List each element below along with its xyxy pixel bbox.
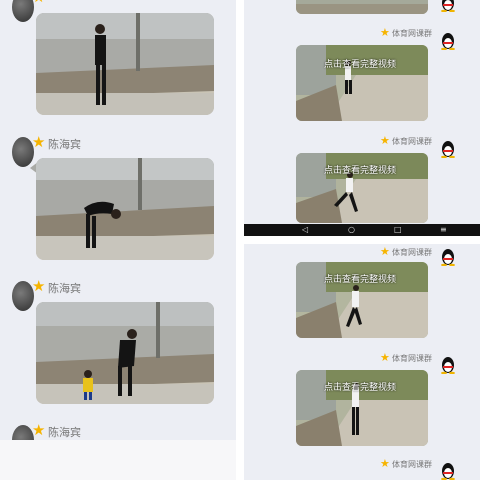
qq-penguin-icon[interactable] [440, 462, 456, 480]
qq-penguin-icon[interactable] [440, 0, 456, 13]
chat-photo-bending[interactable] [36, 158, 214, 260]
system-nav-bar: ◁ ○ □ ≡ [244, 224, 480, 236]
sender-name: 陈海宾 [48, 138, 81, 151]
star-icon: ★ [32, 133, 46, 151]
video-message[interactable]: 点击查看完整视频 [296, 262, 428, 338]
recent-apps-icon[interactable]: □ [394, 225, 402, 235]
menu-icon[interactable]: ≡ [440, 225, 447, 235]
video-message[interactable]: 点击查看完整视频 [296, 45, 428, 121]
qq-penguin-icon[interactable] [440, 140, 456, 159]
sender-name: 陈海宾 [48, 282, 81, 295]
star-icon: ★ [380, 26, 390, 39]
star-icon: ★ [32, 277, 46, 295]
avatar[interactable] [12, 281, 34, 311]
sender-name: 陈海宾 [48, 426, 81, 439]
video-message[interactable] [296, 0, 428, 14]
video-caption: 点击查看完整视频 [324, 166, 397, 176]
video-message[interactable]: 点击查看完整视频 [296, 370, 428, 446]
home-icon[interactable]: ○ [348, 225, 355, 235]
video-message[interactable]: 点击查看完整视频 [296, 153, 428, 223]
group-label: 体育网课群 [392, 29, 432, 38]
star-icon: ★ [32, 421, 46, 439]
group-label: 体育网课群 [392, 460, 432, 469]
chat-photo-standing[interactable] [36, 13, 214, 115]
qq-penguin-icon[interactable] [440, 32, 456, 51]
star-icon: ★ [380, 245, 390, 258]
video-caption: 点击查看完整视频 [324, 275, 397, 285]
chat-panel-right-bottom: ★ 体育网课群 点击查看完整视频 ★ 体育网课群 点击查看完整视频 ★ 体育网课… [244, 244, 480, 480]
video-caption: 点击查看完整视频 [324, 60, 397, 70]
chat-photo-with-child[interactable] [36, 302, 214, 404]
group-label: 体育网课群 [392, 354, 432, 363]
group-label: 体育网课群 [392, 248, 432, 257]
video-caption: 点击查看完整视频 [324, 383, 397, 393]
qq-penguin-icon[interactable] [440, 356, 456, 375]
avatar[interactable] [12, 0, 34, 22]
star-icon: ★ [380, 134, 390, 147]
star-icon: ★ [380, 351, 390, 364]
back-icon[interactable]: ◁ [302, 225, 308, 235]
chat-panel-left: ★ ★ 陈海宾 ★ 陈海宾 [0, 0, 236, 480]
group-label: 体育网课群 [392, 137, 432, 146]
qq-penguin-icon[interactable] [440, 248, 456, 267]
star-icon: ★ [32, 0, 45, 5]
image-preview-bottom [0, 440, 236, 480]
chat-panel-right-top: ★ 体育网课群 点击查看完整视频 ★ 体育网课群 点击查看完整视频 ◁ ○ □ … [244, 0, 480, 236]
star-icon: ★ [380, 457, 390, 470]
